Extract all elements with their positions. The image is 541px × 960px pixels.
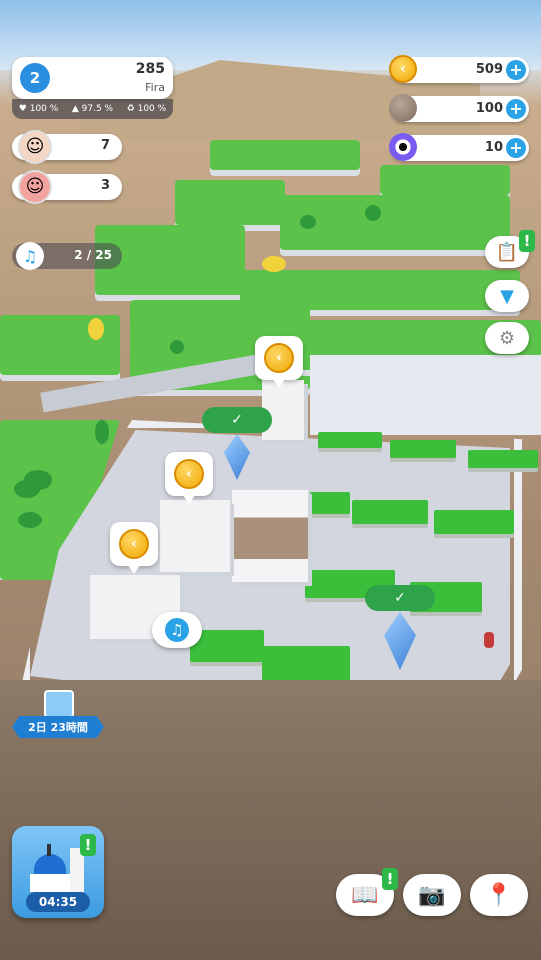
- tree: [300, 215, 316, 229]
- currency-coins[interactable]: ‹ 509 +: [389, 55, 529, 83]
- camera-icon: 📷: [418, 882, 446, 908]
- gear-icon: ⚙: [498, 327, 516, 349]
- resident-counter-woman[interactable]: ☺ 3: [12, 170, 122, 204]
- evil-eye-amount: 10: [484, 140, 503, 155]
- world-map-button[interactable]: 📍: [470, 874, 528, 916]
- completed-marker[interactable]: ✓: [365, 585, 435, 611]
- balloon: [88, 318, 104, 340]
- recycle-stat: ♻ 100 %: [126, 104, 167, 114]
- empty-lot[interactable]: [262, 646, 350, 682]
- crowd-icon: ▲: [71, 104, 79, 114]
- add-coins-button[interactable]: +: [506, 60, 526, 80]
- coin-amount: 509: [475, 62, 503, 77]
- stone-icon: [389, 94, 417, 122]
- terrace: [175, 180, 285, 225]
- resident-count: 3: [100, 178, 110, 193]
- quest-alert-badge: !: [519, 230, 535, 252]
- gift-timer-banner[interactable]: 2日 23時間: [12, 716, 104, 738]
- level-badge: 2: [20, 63, 50, 93]
- map-book-icon: 📖: [351, 882, 379, 908]
- empty-lot[interactable]: [352, 500, 428, 524]
- camera-button[interactable]: 📷: [403, 874, 461, 916]
- woman-hat-avatar-icon: ☺: [18, 170, 52, 204]
- collect-coin-bubble[interactable]: ‹: [110, 522, 158, 574]
- heart-icon: ♥: [18, 104, 27, 114]
- gift-box-icon[interactable]: [44, 690, 74, 718]
- settings-button[interactable]: ⚙: [485, 322, 529, 354]
- map-book-alert-badge: !: [382, 868, 398, 890]
- empty-lot[interactable]: [318, 432, 382, 448]
- landmark-timer: 04:35: [38, 895, 78, 909]
- crystal-button[interactable]: ▼: [485, 280, 529, 312]
- retaining-wall: [310, 355, 541, 435]
- crowd-stat: ▲ 97.5 %: [71, 104, 114, 114]
- town-name: Fira: [145, 81, 165, 94]
- empty-lot[interactable]: [434, 510, 514, 534]
- check-icon: ✓: [394, 590, 406, 606]
- resident-count: 7: [100, 138, 110, 153]
- tree: [24, 470, 52, 490]
- currency-evil-eye[interactable]: 10 +: [389, 133, 529, 161]
- tree: [365, 205, 381, 221]
- player-panel[interactable]: 2 285 Fira: [12, 57, 173, 99]
- music-progress-value: 2 / 25: [74, 248, 112, 262]
- diamond-icon: ▼: [500, 285, 514, 307]
- town-stats-bar: ♥ 100 % ▲ 97.5 % ♻ 100 %: [12, 99, 173, 119]
- happiness-stat: ♥ 100 %: [18, 104, 59, 114]
- player-level: 2: [29, 69, 41, 87]
- collect-coin-bubble[interactable]: ‹: [255, 336, 303, 388]
- church-icon: [30, 844, 86, 892]
- house[interactable]: [160, 500, 230, 572]
- check-icon: ✓: [231, 412, 243, 428]
- map-pin-icon: 📍: [485, 882, 513, 908]
- clipboard-icon: 📋: [495, 241, 519, 263]
- currency-stone[interactable]: 100 +: [389, 94, 529, 122]
- resident-counter-elder[interactable]: ☺ 7: [12, 130, 122, 164]
- add-evil-eye-button[interactable]: +: [506, 138, 526, 158]
- elder-avatar-icon: ☺: [18, 130, 52, 164]
- coin-icon: ‹: [389, 55, 417, 83]
- house[interactable]: [232, 490, 308, 582]
- coin-icon: ‹: [174, 459, 204, 489]
- empty-lot[interactable]: [390, 440, 456, 458]
- recycle-icon: ♻: [126, 104, 135, 114]
- population-value: 285: [135, 61, 165, 77]
- game-screen[interactable]: ✓ ✓ ‹ ‹ ‹ ♫ 2 285 Fira ♥ 100 % ▲ 97.5 % …: [0, 0, 541, 960]
- evil-eye-icon: [389, 133, 417, 161]
- add-stone-button[interactable]: +: [506, 99, 526, 119]
- tree: [95, 420, 109, 444]
- gift-timer-text: 2日 23時間: [28, 721, 88, 734]
- terrace: [210, 140, 360, 170]
- coin-icon: ‹: [264, 343, 294, 373]
- empty-lot[interactable]: [310, 492, 350, 514]
- completed-marker[interactable]: ✓: [202, 407, 272, 433]
- terrace: [380, 165, 510, 195]
- coin-icon: ‹: [119, 529, 149, 559]
- music-note-icon: ♫: [16, 242, 44, 270]
- music-note-marker[interactable]: ♫: [152, 612, 202, 648]
- landmark-alert-badge: !: [80, 834, 96, 856]
- balloon: [262, 256, 286, 272]
- tree: [170, 340, 184, 354]
- music-note-icon: ♫: [165, 618, 189, 642]
- empty-lot[interactable]: [468, 450, 538, 468]
- landmark-timer-pill: 04:35: [26, 892, 90, 912]
- tree: [18, 512, 42, 528]
- collect-coin-bubble[interactable]: ‹: [165, 452, 213, 504]
- music-progress-pill[interactable]: ♫ 2 / 25: [12, 242, 122, 270]
- walking-character[interactable]: [484, 632, 494, 648]
- stone-amount: 100: [475, 101, 503, 116]
